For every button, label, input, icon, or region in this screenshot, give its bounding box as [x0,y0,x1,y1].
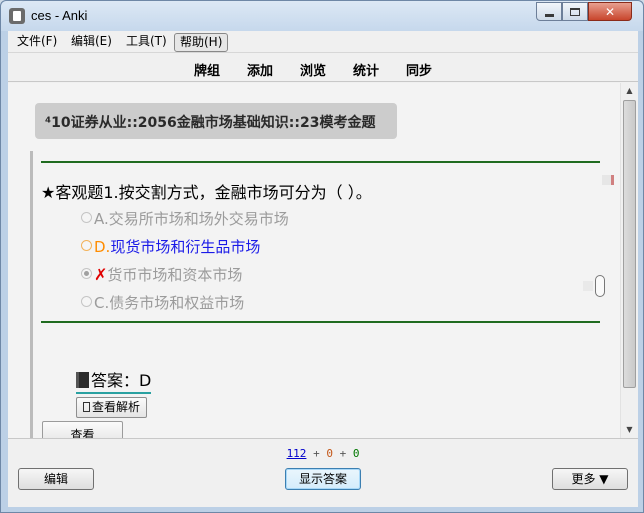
option-c[interactable]: C.债务市场和权益市场 [81,292,244,313]
count-separator: + [339,447,347,460]
title-bar[interactable]: ces - Anki ✕ [1,1,643,31]
answer-line: 答案：D [76,367,152,394]
toolbar-sync[interactable]: 同步 [406,60,432,79]
radio-icon [81,240,92,251]
card-webview: ⁴10证券从业::2056金融市场基础知识::23模考金题 ★客观题1.按交割方… [8,83,638,438]
toolbar-add[interactable]: 添加 [247,60,273,79]
anki-app-icon [9,8,25,24]
option-letter: C. [94,294,110,312]
book-icon [76,371,89,388]
top-divider [41,161,600,163]
vertical-scrollbar[interactable]: ▲ ▼ [620,83,638,438]
window-title: ces - Anki [31,8,88,23]
option-text: 交易所市场和场外交易市场 [108,210,289,228]
edit-button[interactable]: 编辑 [18,468,94,490]
question-text: ★客观题1.按交割方式，金融市场可分为（ ）。 [41,183,372,202]
minimize-icon [544,13,554,17]
toolbar-stats[interactable]: 统计 [353,60,379,79]
answer-text: 答案：D [91,371,152,390]
inner-scroll-handle[interactable] [595,275,605,297]
anki-window: ces - Anki ✕ 文件(F) 编辑(E) 工具(T) 帮助(H) 牌组 … [0,0,644,513]
minimize-button[interactable] [536,2,562,21]
radio-icon [81,296,92,307]
close-button[interactable]: ✕ [588,2,632,21]
due-counts: 112 + 0 + 0 [8,447,638,460]
scroll-widget-tail [583,281,593,291]
scroll-down-icon[interactable]: ▼ [621,422,638,438]
view-button[interactable]: 查看 [42,421,123,438]
close-icon: ✕ [604,4,616,19]
option-text: 债务市场和权益市场 [109,294,245,312]
radio-checked-icon [81,268,92,279]
left-border-rule [30,151,33,438]
scroll-marker [602,175,614,185]
new-count: 112 [286,447,307,460]
review-count: 0 [352,447,360,460]
maximize-icon [570,7,580,16]
menu-bar: 文件(F) 编辑(E) 工具(T) 帮助(H) [8,31,638,53]
scroll-up-icon[interactable]: ▲ [621,83,638,99]
more-button[interactable]: 更多 ▼ [552,468,628,490]
menu-tools[interactable]: 工具(T) [121,33,172,52]
bottom-bar: 112 + 0 + 0 编辑 显示答案 更多 ▼ [8,438,638,507]
option-letter: A. [94,210,109,228]
radio-icon [81,212,92,223]
view-analysis-button[interactable]: 查看解析 [76,397,148,418]
deck-path-badge: ⁴10证券从业::2056金融市场基础知识::23模考金题 [35,103,397,139]
show-answer-button[interactable]: 显示答案 [285,468,361,490]
option-text: 现货市场和衍生品市场 [110,238,261,256]
toolbar-decks[interactable]: 牌组 [194,60,220,79]
menu-edit[interactable]: 编辑(E) [66,33,117,52]
option-a[interactable]: A.交易所市场和场外交易市场 [81,208,289,229]
option-letter: D. [94,238,111,256]
toolbar-browse[interactable]: 浏览 [300,60,326,79]
option-b[interactable]: ✗货币市场和资本市场 [81,264,242,285]
document-icon [83,401,90,412]
bottom-divider [41,321,600,323]
client-area: 文件(F) 编辑(E) 工具(T) 帮助(H) 牌组 添加 浏览 统计 同步 ⁴… [8,31,638,507]
menu-help[interactable]: 帮助(H) [174,33,229,52]
menu-file[interactable]: 文件(F) [12,33,62,52]
count-separator: + [313,447,320,460]
main-toolbar: 牌组 添加 浏览 统计 同步 [8,54,638,82]
view-analysis-label: 查看解析 [92,400,141,414]
maximize-button[interactable] [562,2,588,21]
option-d[interactable]: D.现货市场和衍生品市场 [81,236,260,257]
option-text: 货币市场和资本市场 [107,266,243,284]
scroll-thumb[interactable] [623,100,636,388]
learn-count: 0 [326,447,333,460]
wrong-mark-icon: ✗ [94,265,108,284]
